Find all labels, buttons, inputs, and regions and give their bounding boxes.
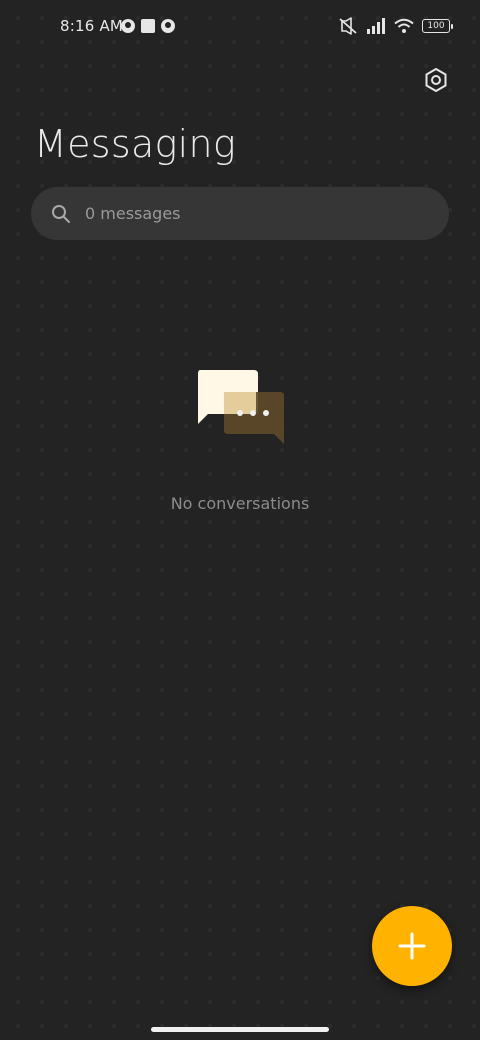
settings-hex-icon [425, 68, 447, 92]
mute-icon [339, 17, 357, 35]
search-input[interactable] [83, 203, 407, 224]
search-bar[interactable] [31, 187, 449, 240]
wifi-icon [394, 18, 414, 33]
notification-icon [161, 19, 175, 33]
notification-icon [121, 19, 135, 33]
status-time: 8:16 AM [60, 17, 124, 35]
status-notification-icons [121, 19, 175, 33]
plus-icon [398, 932, 426, 960]
settings-button[interactable] [420, 64, 452, 96]
empty-state-message: No conversations [170, 494, 310, 513]
battery-icon: 100 [422, 19, 453, 33]
signal-icon [367, 18, 385, 34]
page-title: Messaging [34, 122, 236, 166]
chat-bubbles-icon [198, 370, 284, 444]
search-icon [52, 204, 70, 223]
square-notification-icon [141, 19, 155, 33]
messaging-screen: 8:16 AM 100 Messaging 0 messages No conv… [0, 0, 480, 1040]
status-bar: 8:16 AM 100 [0, 0, 480, 56]
battery-level: 100 [427, 21, 445, 31]
status-system-icons: 100 [338, 17, 453, 35]
home-indicator[interactable] [151, 1027, 329, 1032]
new-conversation-button[interactable] [372, 906, 452, 986]
